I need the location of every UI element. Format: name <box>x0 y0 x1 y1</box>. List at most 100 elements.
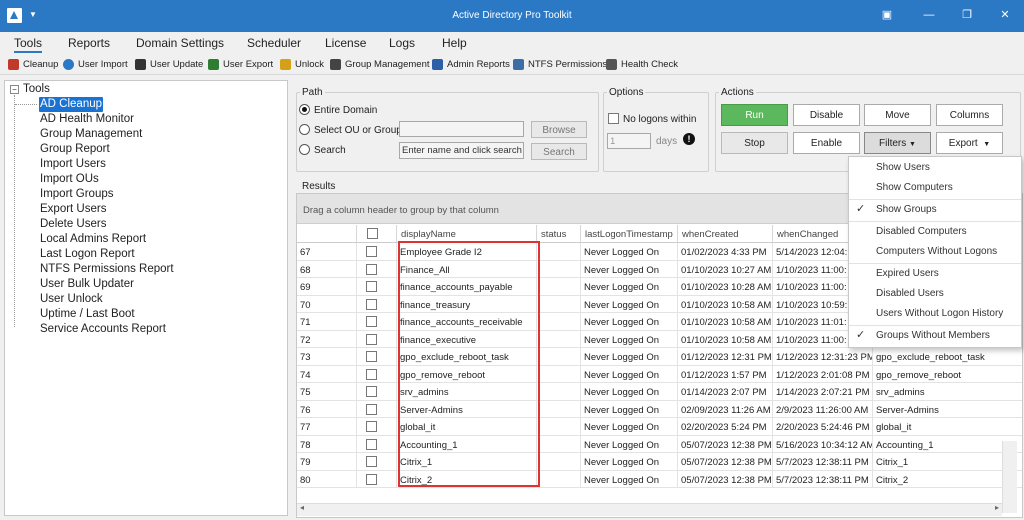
pin-icon[interactable]: ▣ <box>880 9 894 22</box>
row-select-checkbox[interactable] <box>357 383 397 401</box>
filter-disabled-users[interactable]: Disabled Users <box>876 288 944 299</box>
filter-groups-without-members[interactable]: Groups Without Members <box>876 330 990 341</box>
col-header-displayname[interactable]: displayName <box>397 225 537 243</box>
row-checkbox[interactable] <box>366 403 377 415</box>
row-select-checkbox[interactable] <box>357 435 397 453</box>
filter-show-computers[interactable]: Show Computers <box>876 182 953 193</box>
row-checkbox[interactable] <box>366 316 377 327</box>
scroll-right-icon[interactable]: ▸ <box>995 503 999 512</box>
horizontal-scrollbar[interactable]: ◂ ▸ <box>297 503 1002 516</box>
search-button[interactable]: Search <box>531 143 587 160</box>
export-button[interactable]: Export ▼ <box>936 132 1003 154</box>
col-header-status[interactable]: status <box>537 225 581 243</box>
user-import-button[interactable]: User Import <box>63 59 128 70</box>
close-icon[interactable]: ✕ <box>998 9 1012 22</box>
row-select-checkbox[interactable] <box>357 348 397 366</box>
no-logons-checkbox[interactable] <box>608 113 619 124</box>
col-header-whencreated[interactable]: whenCreated <box>678 225 773 243</box>
run-button[interactable]: Run <box>721 104 788 126</box>
menu-help[interactable]: Help <box>442 36 467 50</box>
filter-show-groups[interactable]: Show Groups <box>876 204 937 215</box>
search-input[interactable]: Enter name and click search <box>399 142 524 159</box>
tree-item-last-logon-report[interactable]: Last Logon Report <box>39 247 136 262</box>
row-select-checkbox[interactable] <box>357 470 397 488</box>
row-select-checkbox[interactable] <box>357 313 397 331</box>
row-checkbox[interactable] <box>366 473 377 485</box>
cleanup-button[interactable]: Cleanup <box>8 59 58 70</box>
tree-item-import-users[interactable]: Import Users <box>39 157 107 172</box>
ou-path-field[interactable] <box>399 121 524 137</box>
row-select-checkbox[interactable] <box>357 243 397 261</box>
minimize-icon[interactable]: — <box>922 9 936 22</box>
tree-item-uptime-last-boot[interactable]: Uptime / Last Boot <box>39 307 136 322</box>
stop-button[interactable]: Stop <box>721 132 788 154</box>
restore-icon[interactable]: ❐ <box>960 9 974 22</box>
menu-license[interactable]: License <box>325 36 366 50</box>
health-check-button[interactable]: Health Check <box>606 59 678 70</box>
tree-item-ad-cleanup[interactable]: AD Cleanup <box>39 97 104 112</box>
vertical-scrollbar[interactable] <box>1002 441 1017 513</box>
menu-scheduler[interactable]: Scheduler <box>247 36 301 50</box>
tree-item-group-management[interactable]: Group Management <box>39 127 143 142</box>
row-checkbox[interactable] <box>366 368 377 380</box>
columns-button[interactable]: Columns <box>936 104 1003 126</box>
disable-button[interactable]: Disable <box>793 104 860 126</box>
user-export-button[interactable]: User Export <box>208 59 273 70</box>
menu-domain-settings[interactable]: Domain Settings <box>136 36 224 50</box>
select-ou-radio[interactable] <box>299 124 310 135</box>
row-checkbox[interactable] <box>366 281 377 292</box>
row-checkbox[interactable] <box>366 333 377 345</box>
row-checkbox[interactable] <box>366 456 377 467</box>
tree-item-user-bulk-updater[interactable]: User Bulk Updater <box>39 277 135 292</box>
tree-item-import-groups[interactable]: Import Groups <box>39 187 115 202</box>
row-select-checkbox[interactable] <box>357 453 397 471</box>
user-update-button[interactable]: User Update <box>135 59 203 70</box>
group-management-button[interactable]: Group Management <box>330 59 430 70</box>
tree-root[interactable]: − Tools <box>10 83 50 95</box>
menu-logs[interactable]: Logs <box>389 36 415 50</box>
tree-item-local-admins-report[interactable]: Local Admins Report <box>39 232 147 247</box>
browse-button[interactable]: Browse <box>531 121 587 138</box>
tree-item-import-ous[interactable]: Import OUs <box>39 172 100 187</box>
menu-tools[interactable]: Tools <box>14 36 43 53</box>
col-header-select[interactable] <box>357 225 397 243</box>
days-stepper[interactable]: 1 <box>607 133 651 149</box>
tree-item-service-accounts-report[interactable]: Service Accounts Report <box>39 322 167 337</box>
scroll-left-icon[interactable]: ◂ <box>300 503 304 512</box>
filter-show-users[interactable]: Show Users <box>876 162 930 173</box>
filter-disabled-computers[interactable]: Disabled Computers <box>876 226 967 237</box>
row-checkbox[interactable] <box>366 263 377 275</box>
menu-reports[interactable]: Reports <box>68 36 110 50</box>
row-select-checkbox[interactable] <box>357 400 397 418</box>
row-select-checkbox[interactable] <box>357 330 397 348</box>
tree-item-export-users[interactable]: Export Users <box>39 202 107 217</box>
filters-button[interactable]: Filters ▼ <box>864 132 931 154</box>
row-checkbox[interactable] <box>366 351 377 362</box>
move-button[interactable]: Move <box>864 104 931 126</box>
search-radio[interactable] <box>299 144 310 155</box>
row-select-checkbox[interactable] <box>357 278 397 296</box>
tree-item-ad-health-monitor[interactable]: AD Health Monitor <box>39 112 135 127</box>
col-header-lastlogontimestamp[interactable]: lastLogonTimestamp <box>581 225 678 243</box>
filter-computers-without-logons[interactable]: Computers Without Logons <box>876 246 997 257</box>
enable-button[interactable]: Enable <box>793 132 860 154</box>
unlock-button[interactable]: Unlock <box>280 59 324 70</box>
tree-item-ntfs-permissions-report[interactable]: NTFS Permissions Report <box>39 262 175 277</box>
admin-reports-button[interactable]: Admin Reports <box>432 59 510 70</box>
row-checkbox[interactable] <box>366 386 377 397</box>
tree-item-delete-users[interactable]: Delete Users <box>39 217 107 232</box>
collapse-icon[interactable]: − <box>10 84 19 94</box>
select-all-checkbox[interactable] <box>367 228 378 239</box>
row-select-checkbox[interactable] <box>357 260 397 278</box>
row-checkbox[interactable] <box>366 298 377 310</box>
entire-domain-radio[interactable] <box>299 104 310 115</box>
row-checkbox[interactable] <box>366 246 377 257</box>
tree-item-group-report[interactable]: Group Report <box>39 142 111 157</box>
ntfs-permissions-button[interactable]: NTFS Permissions <box>513 59 607 70</box>
col-header-row-number[interactable] <box>297 225 357 243</box>
tree-item-user-unlock[interactable]: User Unlock <box>39 292 104 307</box>
row-select-checkbox[interactable] <box>357 295 397 313</box>
row-checkbox[interactable] <box>366 421 377 432</box>
filter-users-without-logon-history[interactable]: Users Without Logon History <box>876 308 1003 319</box>
row-checkbox[interactable] <box>366 438 377 450</box>
